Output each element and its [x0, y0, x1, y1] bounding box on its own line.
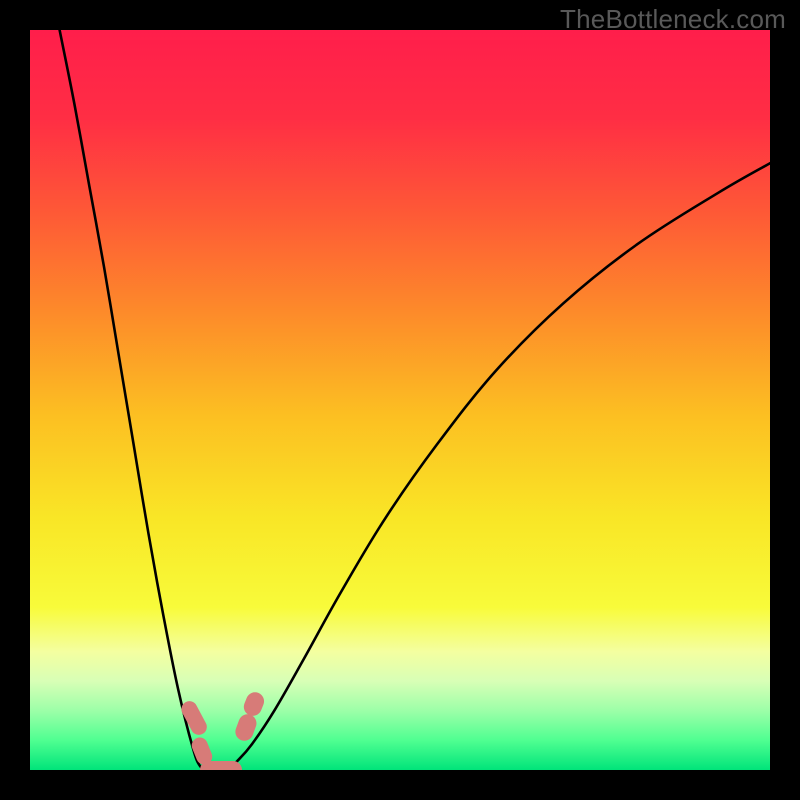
blob-bottom: [200, 761, 241, 770]
plot-area: [30, 30, 770, 770]
curves-layer: [30, 30, 770, 770]
bottleneck-curve-left: [60, 30, 208, 770]
chart-frame: TheBottleneck.com: [0, 0, 800, 800]
bottleneck-curve-right: [222, 163, 770, 770]
